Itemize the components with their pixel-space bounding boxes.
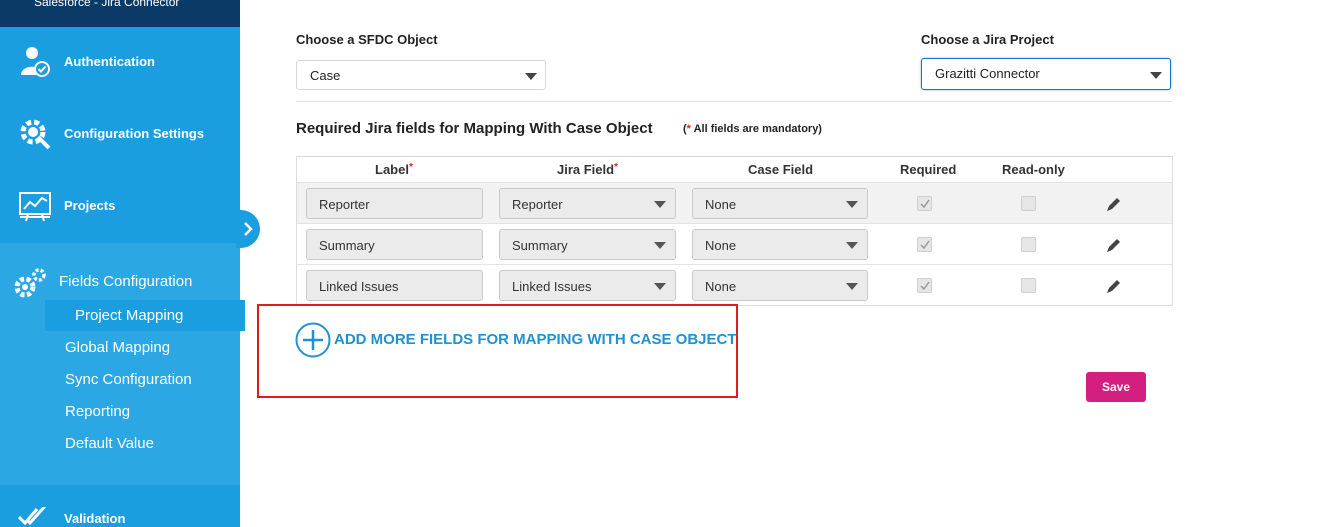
jira-project-select[interactable]: Grazitti Connector [921,58,1171,90]
case-field-value: None [705,238,737,253]
field-mapping-table: Label* Jira Field* Case Field Required R… [296,156,1173,306]
chevron-down-icon [846,242,858,249]
chevron-right-icon [244,222,253,236]
double-check-icon [18,507,47,526]
chevron-down-icon [1150,72,1162,79]
checkmark-icon [920,199,930,209]
case-field-select[interactable]: None [692,229,868,260]
read-only-checkbox [1021,237,1036,252]
sidebar-item-label: Project Mapping [75,307,184,324]
chevron-down-icon [654,201,666,208]
required-checkbox [917,237,932,252]
header-required: Required [900,162,957,177]
save-button-label: Save [1101,380,1131,394]
plus-circle-icon[interactable] [295,322,331,358]
header-jira-field-text: Jira Field [557,162,615,177]
nav-item-validation[interactable]: Validation [0,485,240,527]
label-value: Linked Issues [319,279,399,294]
chevron-down-icon [846,201,858,208]
sidebar-item-default-value[interactable]: Default Value [65,435,154,452]
table-row: Summary Summary None [297,224,1172,265]
section-title: Required Jira fields for Mapping With Ca… [296,120,653,137]
table-row: Reporter Reporter None [297,183,1172,224]
jira-field-select[interactable]: Summary [499,229,676,260]
nav-label-authentication: Authentication [64,54,155,69]
header-case-field: Case Field [748,162,814,177]
jira-field-select[interactable]: Linked Issues [499,270,676,301]
chevron-down-icon [654,283,666,290]
sfdc-object-select[interactable]: Case [296,60,546,90]
sidebar-item-reporting[interactable]: Reporting [65,403,130,420]
presentation-chart-icon [19,192,51,222]
pencil-icon[interactable] [1105,277,1123,295]
mandatory-note: (* All fields are mandatory) [683,123,822,135]
sidebar-item-project-mapping[interactable]: Project Mapping [45,300,245,331]
case-field-value: None [705,279,737,294]
required-star: * [614,162,618,173]
pencil-icon[interactable] [1105,195,1123,213]
sidebar-item-global-mapping[interactable]: Global Mapping [65,339,170,356]
jira-field-value: Summary [512,238,568,253]
nav-label-projects: Projects [64,198,116,213]
table-row: Linked Issues Linked Issues None [297,265,1172,306]
label-value: Summary [319,238,375,253]
header-label-text: Label [375,162,409,177]
label-input[interactable]: Linked Issues [306,270,483,301]
required-star: * [408,162,413,173]
jira-field-value: Reporter [512,197,563,212]
label-input[interactable]: Summary [306,229,483,260]
nav-label-validation: Validation [64,511,126,526]
read-only-checkbox [1021,278,1036,293]
app-root: Salesforce - Jira Connector Authenticati… [0,0,1321,527]
sidebar-item-sync-configuration[interactable]: Sync Configuration [65,371,192,388]
read-only-checkbox [1021,196,1036,211]
required-checkbox [917,196,932,211]
chevron-down-icon [654,242,666,249]
note-text: All fields are mandatory) [690,123,822,135]
header-read-only: Read-only [1002,162,1065,177]
pencil-icon[interactable] [1105,236,1123,254]
divider [296,101,1172,102]
sfdc-object-label: Choose a SFDC Object [296,32,438,47]
case-field-select[interactable]: None [692,270,868,301]
jira-field-select[interactable]: Reporter [499,188,676,219]
jira-project-label: Choose a Jira Project [921,32,1054,47]
sidebar-collapse-toggle[interactable] [236,210,260,248]
table-header: Label* Jira Field* Case Field Required R… [297,157,1172,184]
nav-item-configuration-settings[interactable]: Configuration Settings [0,99,240,171]
nav-item-projects[interactable]: Projects [0,171,240,243]
sidebar: Salesforce - Jira Connector Authenticati… [0,0,245,527]
checkmark-icon [920,281,930,291]
chevron-down-icon [846,283,858,290]
save-button[interactable]: Save [1086,372,1146,402]
chevron-down-icon [525,73,537,80]
brand-bar: Salesforce - Jira Connector [0,0,240,27]
jira-field-value: Linked Issues [512,279,592,294]
label-input[interactable]: Reporter [306,188,483,219]
required-checkbox [917,278,932,293]
add-more-fields-link[interactable]: ADD MORE FIELDS FOR MAPPING WITH CASE OB… [334,331,737,348]
brand-title: Salesforce - Jira Connector [34,0,180,9]
fields-configuration-group: Fields Configuration Project Mapping Glo… [0,243,245,485]
label-value: Reporter [319,197,370,212]
checkmark-icon [920,240,930,250]
user-check-icon [21,47,50,77]
jira-project-value: Grazitti Connector [935,66,1040,81]
header-jira-field: Jira Field* [557,162,618,177]
gear-wrench-icon [20,119,51,150]
nav-label-configuration-settings: Configuration Settings [64,126,205,141]
case-field-value: None [705,197,737,212]
case-field-select[interactable]: None [692,188,868,219]
sfdc-object-value: Case [310,68,341,83]
nav-item-authentication[interactable]: Authentication [0,27,240,99]
gears-icon [14,268,46,298]
fields-configuration-label[interactable]: Fields Configuration [59,273,192,290]
header-label: Label* [375,162,413,177]
